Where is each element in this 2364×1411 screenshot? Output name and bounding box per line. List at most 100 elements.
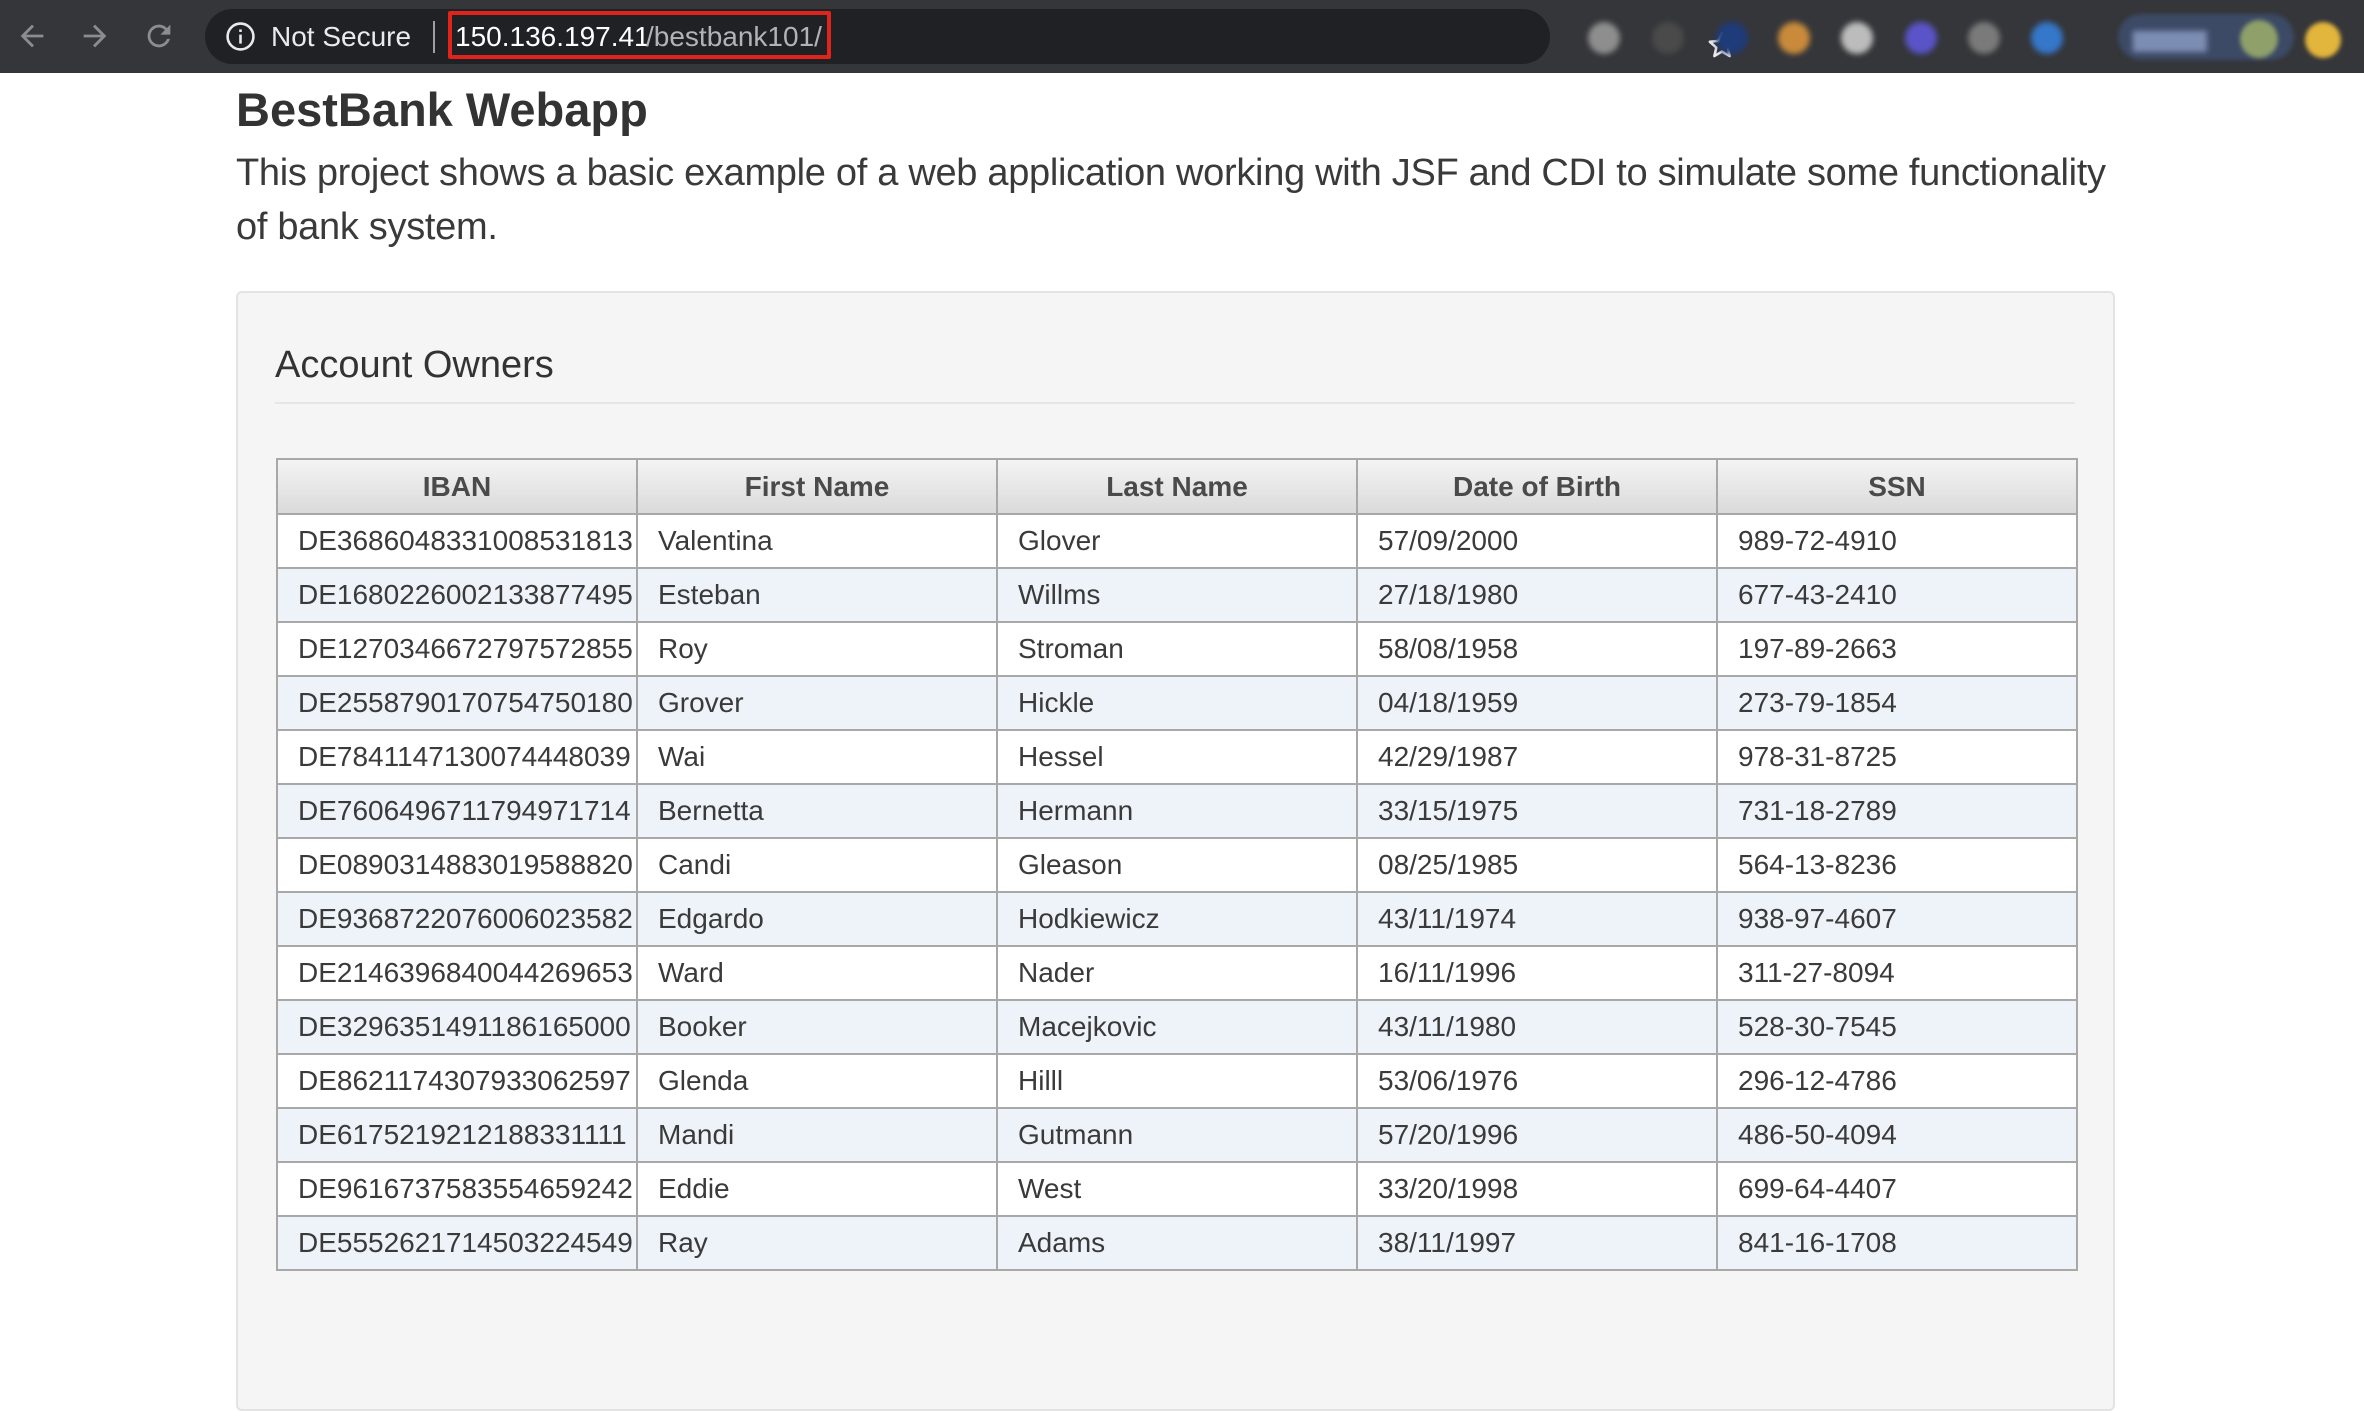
back-arrow-icon[interactable] bbox=[10, 14, 54, 58]
table-row: DE7606496711794971714 Bernetta Hermann 33/1… bbox=[276, 783, 2078, 839]
iban-cell: DE3686048331008531813 bbox=[276, 513, 638, 569]
ssn-cell: 486-50-4094 bbox=[1716, 1107, 2078, 1163]
profile-label: ▆▆▆▆ bbox=[2133, 25, 2207, 52]
table-row: DE1680226002133877495 Esteban Willms 27/18/… bbox=[276, 567, 2078, 623]
url-host[interactable]: 150.136.197.41 bbox=[455, 20, 650, 53]
ssn-cell: 699-64-4407 bbox=[1716, 1161, 2078, 1217]
first-name-cell: Candi bbox=[636, 837, 998, 893]
date-of-birth-cell: 42/29/1987 bbox=[1356, 729, 1718, 785]
first-name-cell: Roy bbox=[636, 621, 998, 677]
extension-icon[interactable] bbox=[1652, 22, 1684, 54]
table-row: DE3686048331008531813 Valentina Glover 57/0… bbox=[276, 513, 2078, 569]
date-of-birth-cell: 08/25/1985 bbox=[1356, 837, 1718, 893]
last-name-cell: Nader bbox=[996, 945, 1358, 1001]
ssn-cell: 938-97-4607 bbox=[1716, 891, 2078, 947]
first-name-cell: Ray bbox=[636, 1215, 998, 1271]
iban-cell: DE3296351491186165000 bbox=[276, 999, 638, 1055]
security-label[interactable]: Not Secure bbox=[271, 21, 411, 52]
first-name-cell: Wai bbox=[636, 729, 998, 785]
table-row: DE1270346672797572855 Roy Stroman 58/08/195… bbox=[276, 621, 2078, 677]
extension-icon[interactable] bbox=[1905, 22, 1937, 54]
extension-icon[interactable] bbox=[1716, 22, 1748, 54]
last-name-cell: Gutmann bbox=[996, 1107, 1358, 1163]
iban-cell: DE1680226002133877495 bbox=[276, 567, 638, 623]
avatar[interactable] bbox=[2240, 20, 2278, 58]
iban-cell: DE0890314883019588820 bbox=[276, 837, 638, 893]
ssn-cell: 273-79-1854 bbox=[1716, 675, 2078, 731]
ssn-cell: 528-30-7545 bbox=[1716, 999, 2078, 1055]
table-row: DE5552621714503224549 Ray Adams 38/11/1997 8… bbox=[276, 1215, 2078, 1271]
iban-cell: DE2146396840044269653 bbox=[276, 945, 638, 1001]
table-row: DE0890314883019588820 Candi Gleason 08/25/1… bbox=[276, 837, 2078, 893]
omnibox-separator bbox=[433, 21, 435, 53]
panel-title: Account Owners bbox=[275, 344, 554, 386]
extension-icon[interactable] bbox=[1841, 22, 1873, 54]
last-name-cell: Hessel bbox=[996, 729, 1358, 785]
ssn-cell: 989-72-4910 bbox=[1716, 513, 2078, 569]
first-name-cell: Bernetta bbox=[636, 783, 998, 839]
iban-cell: DE6175219212188331111 bbox=[276, 1107, 638, 1163]
extension-icon[interactable] bbox=[1968, 22, 2000, 54]
forward-arrow-icon[interactable] bbox=[73, 14, 117, 58]
ssn-cell: 731-18-2789 bbox=[1716, 783, 2078, 839]
date-of-birth-cell: 27/18/1980 bbox=[1356, 567, 1718, 623]
date-of-birth-cell: 04/18/1959 bbox=[1356, 675, 1718, 731]
date-of-birth-cell: 57/09/2000 bbox=[1356, 513, 1718, 569]
iban-cell: DE9368722076006023582 bbox=[276, 891, 638, 947]
url-path[interactable]: /bestbank101/ bbox=[646, 20, 822, 53]
iban-cell: DE7841147130074448039 bbox=[276, 729, 638, 785]
first-name-cell: Eddie bbox=[636, 1161, 998, 1217]
column-header-ssn[interactable]: SSN bbox=[1716, 458, 2078, 515]
browser-menu-icon[interactable] bbox=[2305, 22, 2341, 58]
column-header-last-name[interactable]: Last Name bbox=[996, 458, 1358, 515]
last-name-cell: Hermann bbox=[996, 783, 1358, 839]
first-name-cell: Grover bbox=[636, 675, 998, 731]
table-header-row: IBAN First Name Last Name Date of Birth … bbox=[276, 458, 2078, 515]
iban-cell: DE8621174307933062597 bbox=[276, 1053, 638, 1109]
table-row: DE2558790170754750180 Grover Hickle 04/18/1… bbox=[276, 675, 2078, 731]
column-header-date-of-birth[interactable]: Date of Birth bbox=[1356, 458, 1718, 515]
ssn-cell: 296-12-4786 bbox=[1716, 1053, 2078, 1109]
last-name-cell: Glover bbox=[996, 513, 1358, 569]
column-header-first-name[interactable]: First Name bbox=[636, 458, 998, 515]
last-name-cell: Hickle bbox=[996, 675, 1358, 731]
account-owners-table: IBAN First Name Last Name Date of Birth … bbox=[276, 458, 2078, 1271]
first-name-cell: Valentina bbox=[636, 513, 998, 569]
last-name-cell: Adams bbox=[996, 1215, 1358, 1271]
page-description: This project shows a basic example of a … bbox=[236, 152, 2106, 248]
first-name-cell: Booker bbox=[636, 999, 998, 1055]
date-of-birth-cell: 33/15/1975 bbox=[1356, 783, 1718, 839]
first-name-cell: Glenda bbox=[636, 1053, 998, 1109]
first-name-cell: Ward bbox=[636, 945, 998, 1001]
date-of-birth-cell: 33/20/1998 bbox=[1356, 1161, 1718, 1217]
first-name-cell: Edgardo bbox=[636, 891, 998, 947]
first-name-cell: Esteban bbox=[636, 567, 998, 623]
last-name-cell: Gleason bbox=[996, 837, 1358, 893]
table-row: DE8621174307933062597 Glenda Hilll 53/06/19… bbox=[276, 1053, 2078, 1109]
date-of-birth-cell: 58/08/1958 bbox=[1356, 621, 1718, 677]
iban-cell: DE9616737583554659242 bbox=[276, 1161, 638, 1217]
address-bar[interactable]: Not Secure 150.136.197.41 /bestbank101/ bbox=[205, 9, 1736, 64]
last-name-cell: Stroman bbox=[996, 621, 1358, 677]
last-name-cell: Macejkovic bbox=[996, 999, 1358, 1055]
browser-toolbar: Not Secure 150.136.197.41 /bestbank101/ … bbox=[0, 0, 2364, 73]
date-of-birth-cell: 38/11/1997 bbox=[1356, 1215, 1718, 1271]
last-name-cell: Willms bbox=[996, 567, 1358, 623]
date-of-birth-cell: 43/11/1974 bbox=[1356, 891, 1718, 947]
extension-icon[interactable] bbox=[1588, 22, 1620, 54]
last-name-cell: West bbox=[996, 1161, 1358, 1217]
iban-cell: DE5552621714503224549 bbox=[276, 1215, 638, 1271]
table-row: DE9616737583554659242 Eddie West 33/20/1998… bbox=[276, 1161, 2078, 1217]
ssn-cell: 311-27-8094 bbox=[1716, 945, 2078, 1001]
reload-icon[interactable] bbox=[137, 14, 181, 58]
extension-icon[interactable] bbox=[2031, 22, 2063, 54]
extension-icon[interactable] bbox=[1778, 22, 1810, 54]
date-of-birth-cell: 57/20/1996 bbox=[1356, 1107, 1718, 1163]
last-name-cell: Hodkiewicz bbox=[996, 891, 1358, 947]
column-header-iban[interactable]: IBAN bbox=[276, 458, 638, 515]
info-icon[interactable] bbox=[225, 21, 256, 52]
table-row: DE3296351491186165000 Booker Macejkovic 43/… bbox=[276, 999, 2078, 1055]
panel-divider bbox=[275, 402, 2075, 404]
date-of-birth-cell: 16/11/1996 bbox=[1356, 945, 1718, 1001]
first-name-cell: Mandi bbox=[636, 1107, 998, 1163]
